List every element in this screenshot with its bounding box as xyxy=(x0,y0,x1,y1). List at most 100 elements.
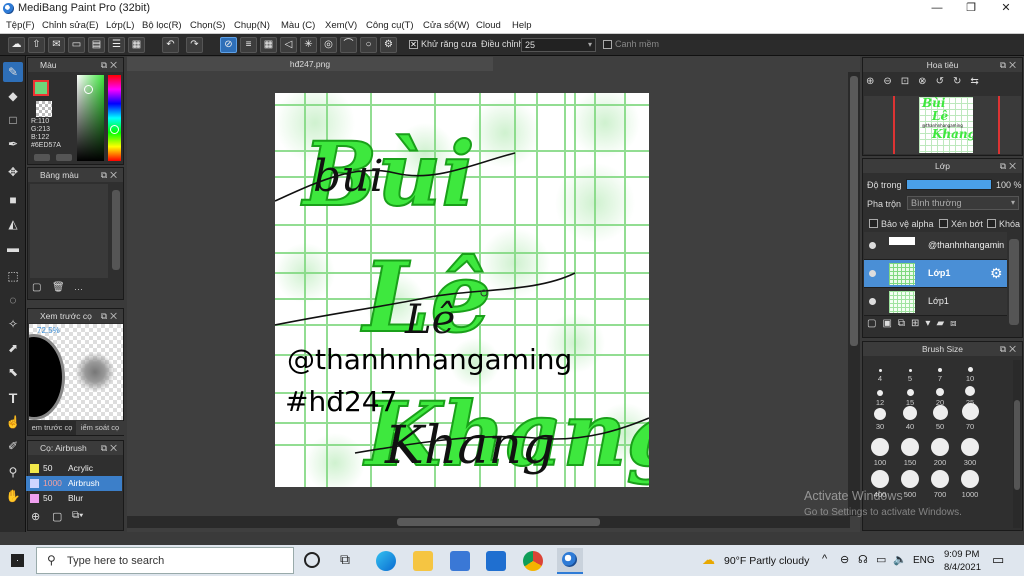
eye-icon[interactable] xyxy=(869,298,876,305)
gradient-tool-icon[interactable]: ▬ xyxy=(3,238,23,258)
artwork-canvas[interactable]: Bùi Lê Khang bui Lê Khang @thanhnhangami… xyxy=(275,93,649,487)
menu-layer[interactable]: Lớp(L) xyxy=(106,20,134,31)
menu-select[interactable]: Chọn(S) xyxy=(190,20,225,31)
text-tool-icon[interactable]: T xyxy=(3,388,23,408)
layers-scrollbar[interactable] xyxy=(1009,239,1019,325)
panel-buttons-icon[interactable]: ⧉✕ xyxy=(1000,342,1019,356)
radial-snap-icon[interactable]: ✳ xyxy=(300,37,317,53)
menu-tools[interactable]: Công cụ(T) xyxy=(366,20,414,31)
panel-buttons-icon[interactable]: ⧉✕ xyxy=(101,168,120,182)
maximize-button[interactable]: ❐ xyxy=(954,0,988,17)
blend-dropdown[interactable]: Bình thường ▾ xyxy=(907,196,1019,210)
parallel-snap-icon[interactable]: ≡ xyxy=(240,37,257,53)
current-color-swatch[interactable] xyxy=(33,80,49,96)
brush-page-icon[interactable]: ▢ xyxy=(52,510,68,525)
ellipse-snap-icon[interactable]: ○ xyxy=(360,37,377,53)
brush-size-option[interactable]: 20 xyxy=(926,382,954,407)
edge-checkbox[interactable] xyxy=(603,40,612,49)
eyedropper-tool-icon[interactable]: ⚲ xyxy=(3,462,23,482)
brush-size-option[interactable]: 300 xyxy=(956,436,984,467)
canvas-horizontal-scrollbar[interactable] xyxy=(127,516,850,528)
curve-snap-icon[interactable]: ⌒ xyxy=(340,37,357,53)
settings-gear-icon[interactable]: ⚙ xyxy=(380,37,397,53)
new-color-layer-icon[interactable]: ▣ xyxy=(882,318,897,329)
brush-tool-icon[interactable]: ✎ xyxy=(3,62,23,82)
trash-icon[interactable]: 🗑 xyxy=(52,282,66,295)
rectangle-tool-icon[interactable]: □ xyxy=(3,110,23,130)
medibang-taskbar-button[interactable] xyxy=(557,548,583,574)
menu-snap[interactable]: Chụp(N) xyxy=(234,20,270,31)
menu-filter[interactable]: Bộ lọc(R) xyxy=(142,20,182,31)
panel-buttons-icon[interactable]: ⧉✕ xyxy=(101,441,120,455)
cortana-icon[interactable] xyxy=(304,552,320,568)
menu-view[interactable]: Xem(V) xyxy=(325,20,357,31)
vertical-scroll-thumb[interactable] xyxy=(850,76,858,346)
panel-buttons-icon[interactable]: ⧉✕ xyxy=(1000,159,1019,173)
share-icon[interactable]: ⇧ xyxy=(28,37,45,53)
saturation-field[interactable] xyxy=(77,75,104,161)
saturation-picker[interactable] xyxy=(84,85,93,94)
menu-color[interactable]: Màu (C) xyxy=(281,20,315,31)
comment-icon[interactable]: ✉ xyxy=(48,37,65,53)
network-icon[interactable]: ⊖ xyxy=(840,553,849,566)
brush-size-option[interactable]: 12 xyxy=(866,382,894,407)
brush-size-option[interactable]: 10 xyxy=(956,358,984,383)
menu-window[interactable]: Cửa sổ(W) xyxy=(423,20,469,31)
chrome-icon[interactable] xyxy=(523,551,543,571)
magic-wand-tool-icon[interactable]: ✧ xyxy=(3,314,23,334)
language-indicator[interactable]: ENG xyxy=(913,555,935,566)
tab-brush-control[interactable]: iểm soát cọ xyxy=(76,421,124,435)
document-icon[interactable]: ▤ xyxy=(88,37,105,53)
select-eraser-tool-icon[interactable]: ⬉ xyxy=(3,362,23,382)
close-button[interactable]: ✕ xyxy=(989,0,1023,17)
color-option-b[interactable] xyxy=(56,154,72,161)
rotate-right-icon[interactable]: ↻ xyxy=(953,76,970,87)
rotate-left-icon[interactable]: ↺ xyxy=(936,76,953,87)
cross-snap-icon[interactable]: ▦ xyxy=(260,37,277,53)
vanishing-snap-icon[interactable]: ◁ xyxy=(280,37,297,53)
hand-tool-icon[interactable]: ✋ xyxy=(3,486,23,506)
merge-layer-icon[interactable]: ⧈ xyxy=(950,318,962,329)
zoom-out-icon[interactable]: ⊖ xyxy=(883,76,900,87)
grid-icon[interactable]: ▦ xyxy=(128,37,145,53)
mail-icon[interactable] xyxy=(486,551,506,571)
new-layer-icon[interactable]: ▢ xyxy=(867,318,882,329)
cloud-icon[interactable]: ☁ xyxy=(8,37,25,53)
lasso-tool-icon[interactable]: ◌ xyxy=(3,290,23,310)
brush-item-acrylic[interactable]: 50 Acrylic xyxy=(26,461,122,476)
message-icon[interactable]: ▭ xyxy=(68,37,85,53)
opacity-slider[interactable] xyxy=(906,179,992,190)
brush-size-option[interactable]: 15 xyxy=(896,382,924,407)
panel-buttons-icon[interactable]: ⧉✕ xyxy=(101,309,120,323)
antialias-checkbox[interactable]: ✕ xyxy=(409,40,418,49)
navigator-view[interactable]: Bùi Lê @thanhnhangaming Khang xyxy=(864,96,1021,154)
tab-brush-preview[interactable]: em trước cọ xyxy=(28,421,76,435)
brush-size-option[interactable]: 30 xyxy=(866,406,894,431)
brush-size-option[interactable]: 100 xyxy=(866,436,894,467)
clip-checkbox[interactable] xyxy=(939,219,948,228)
brush-item-blur[interactable]: 50 Blur xyxy=(26,491,122,506)
edge-browser-icon[interactable] xyxy=(376,551,396,571)
zoom-in-icon[interactable]: ⊕ xyxy=(866,76,883,87)
flip-icon[interactable]: ⇆ xyxy=(970,76,987,87)
eye-icon[interactable] xyxy=(869,270,876,277)
chevron-up-icon[interactable]: ^ xyxy=(822,553,827,565)
brush-size-option[interactable]: 200 xyxy=(926,436,954,467)
protect-alpha-checkbox[interactable] xyxy=(869,219,878,228)
hue-slider[interactable] xyxy=(108,75,121,161)
pen-tool-icon[interactable]: ✒ xyxy=(3,134,23,154)
brush-size-scroll-thumb[interactable] xyxy=(1014,400,1020,490)
brush-size-option[interactable]: 70 xyxy=(956,403,984,431)
layer-settings-gear-icon[interactable]: ⚙ xyxy=(990,265,1003,282)
add-layer-menu-icon[interactable]: ⊞▾ xyxy=(911,318,936,329)
copy-layer-icon[interactable]: ⧉ xyxy=(898,318,911,329)
panel-buttons-icon[interactable]: ⧉✕ xyxy=(101,58,120,72)
lock-checkbox[interactable] xyxy=(987,219,996,228)
weather-text[interactable]: 90°F Partly cloudy xyxy=(724,555,809,567)
minimize-button[interactable]: — xyxy=(920,0,954,17)
fill-rect-tool-icon[interactable]: ■ xyxy=(3,190,23,210)
operation-tool-icon[interactable]: ☝ xyxy=(3,412,23,432)
fit-icon[interactable]: ⊡ xyxy=(901,76,918,87)
volume-icon[interactable]: 🔈 xyxy=(893,553,907,566)
search-input[interactable]: ⚲ Type here to search xyxy=(36,547,294,574)
